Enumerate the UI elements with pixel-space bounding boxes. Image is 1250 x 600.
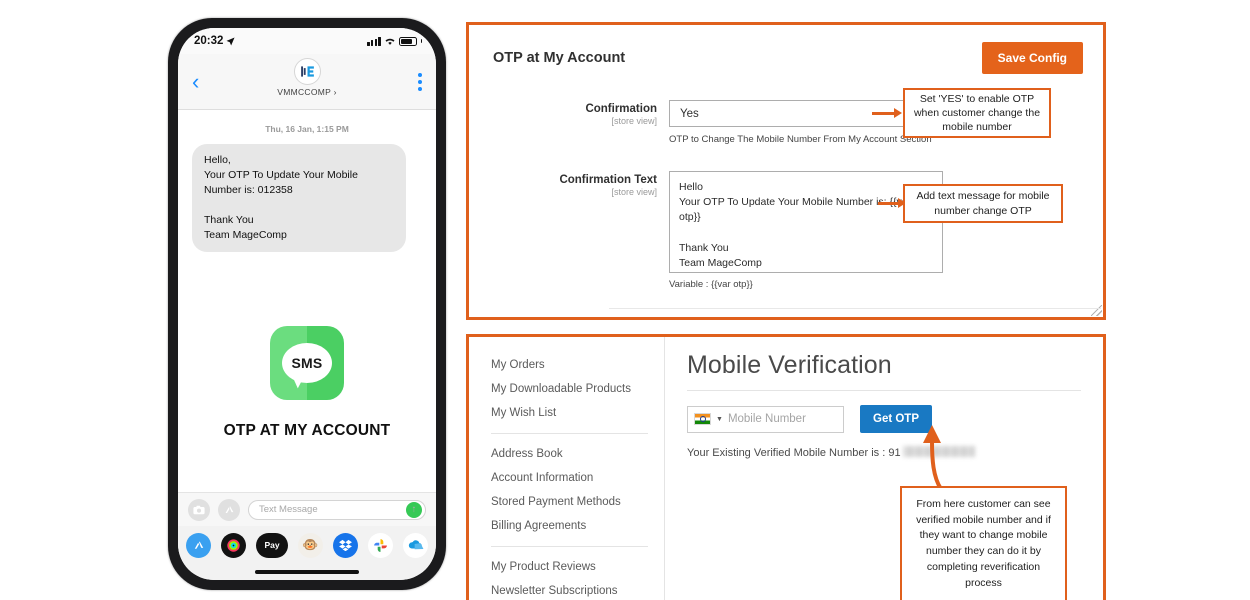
wifi-icon — [385, 38, 395, 45]
save-config-button[interactable]: Save Config — [981, 42, 1083, 74]
send-arrow-icon[interactable]: ↑ — [406, 501, 422, 518]
apple-pay-icon[interactable]: Pay — [256, 532, 288, 558]
confirmation-text-scope: [store view] — [611, 187, 657, 197]
confirmation-label: Confirmation — [585, 103, 657, 115]
message-thread: Thu, 16 Jan, 1:15 PM Hello, Your OTP To … — [178, 110, 436, 492]
message-timestamp: Thu, 16 Jan, 1:15 PM — [265, 124, 349, 134]
confirmation-select-value: Yes — [680, 107, 699, 120]
sidebar-item-billing-agreements[interactable]: Billing Agreements — [491, 514, 664, 538]
sms-message-bubble: Hello, Your OTP To Update Your Mobile Nu… — [188, 144, 406, 253]
confirmation-text-label: Confirmation Text — [559, 174, 657, 186]
mobile-verification-title: Mobile Verification — [687, 351, 892, 379]
title-divider — [687, 390, 1081, 391]
app-store-icon[interactable] — [218, 498, 240, 521]
sms-icon-label: SMS — [282, 343, 332, 384]
arrow-head — [894, 108, 902, 118]
arrow-shaft — [872, 111, 894, 115]
status-time: 20:32 — [194, 35, 224, 47]
onedrive-icon[interactable] — [403, 532, 428, 558]
admin-config-panel: OTP at My Account Save Config Confirmati… — [466, 22, 1106, 320]
account-sidebar: My Orders My Downloadable Products My Wi… — [469, 337, 665, 600]
callout-arrow-1 — [872, 108, 902, 118]
compose-bar: Text Message ↑ — [178, 492, 436, 526]
sidebar-item-address-book[interactable]: Address Book — [491, 442, 664, 466]
signal-bars-icon — [367, 36, 381, 46]
sidebar-item-my-orders[interactable]: My Orders — [491, 353, 664, 377]
verified-number-text: Your Existing Verified Mobile Number is … — [687, 447, 901, 459]
phone-mockup: 20:32 ‹ VMMCCOMP › Thu, 16 Jan, 1:15 PM … — [168, 18, 446, 590]
sidebar-divider — [491, 546, 648, 547]
magecomp-logo-icon — [293, 58, 321, 85]
sidebar-item-stored-payment-methods[interactable]: Stored Payment Methods — [491, 490, 664, 514]
app-drawer: Pay 🐵 — [178, 526, 436, 564]
home-indicator — [178, 564, 436, 580]
textarea-resize-grip[interactable] — [1091, 305, 1102, 316]
mobile-number-placeholder: Mobile Number — [727, 413, 806, 425]
app-store-icon[interactable] — [186, 532, 211, 558]
status-bar: 20:32 — [178, 28, 436, 54]
text-message-input[interactable]: Text Message ↑ — [248, 499, 426, 520]
message-header: ‹ VMMCCOMP › — [178, 54, 436, 110]
confirmation-label-group: Confirmation [store view] — [493, 100, 669, 145]
status-bar-right — [367, 36, 422, 46]
contact-info[interactable]: VMMCCOMP › — [178, 58, 436, 97]
india-flag-icon[interactable] — [694, 413, 711, 425]
chevron-down-icon[interactable]: ▼ — [716, 416, 723, 423]
activity-rings-icon[interactable] — [221, 532, 246, 558]
callout-verified-number-info: From here customer can see verified mobi… — [900, 486, 1067, 600]
callout-arrow-2 — [878, 198, 906, 208]
variable-hint: Variable : {{var otp}} — [669, 279, 753, 290]
sidebar-item-newsletter-subscriptions[interactable]: Newsletter Subscriptions — [491, 579, 664, 600]
config-divider — [609, 308, 1101, 309]
sidebar-item-account-information[interactable]: Account Information — [491, 466, 664, 490]
sms-app-icon: SMS — [270, 326, 344, 401]
phone-screen: 20:32 ‹ VMMCCOMP › Thu, 16 Jan, 1:15 PM … — [178, 28, 436, 580]
confirmation-text-label-group: Confirmation Text [store view] — [493, 171, 669, 290]
battery-tip — [420, 39, 422, 43]
sidebar-item-my-product-reviews[interactable]: My Product Reviews — [491, 555, 664, 579]
status-bar-left: 20:32 — [194, 35, 235, 47]
contact-name: VMMCCOMP › — [277, 87, 337, 97]
memoji-icon[interactable]: 🐵 — [298, 532, 323, 558]
sidebar-divider — [491, 433, 648, 434]
google-photos-icon[interactable] — [368, 532, 393, 558]
page-title: OTP at My Account — [493, 50, 626, 66]
text-message-placeholder: Text Message — [259, 504, 318, 515]
sidebar-item-my-downloadable-products[interactable]: My Downloadable Products — [491, 377, 664, 401]
promo-block: SMS OTP AT MY ACCOUNT — [178, 326, 436, 440]
sidebar-item-my-wish-list[interactable]: My Wish List — [491, 401, 664, 425]
location-arrow-icon — [226, 37, 235, 45]
battery-icon — [398, 36, 417, 46]
confirmation-textarea[interactable]: Hello Your OTP To Update Your Mobile Num… — [669, 171, 943, 273]
confirmation-scope: [store view] — [611, 116, 657, 126]
mobile-number-input[interactable]: ▼ Mobile Number — [687, 405, 844, 433]
promo-caption: OTP AT MY ACCOUNT — [223, 422, 391, 440]
config-header: OTP at My Account Save Config — [469, 25, 1103, 74]
arrow-shaft — [878, 201, 898, 205]
dropbox-icon[interactable] — [333, 532, 358, 558]
callout-enable-otp: Set 'YES' to enable OTP when customer ch… — [903, 88, 1051, 138]
camera-icon[interactable] — [188, 498, 210, 521]
callout-add-text-message: Add text message for mobile number chang… — [903, 184, 1063, 223]
